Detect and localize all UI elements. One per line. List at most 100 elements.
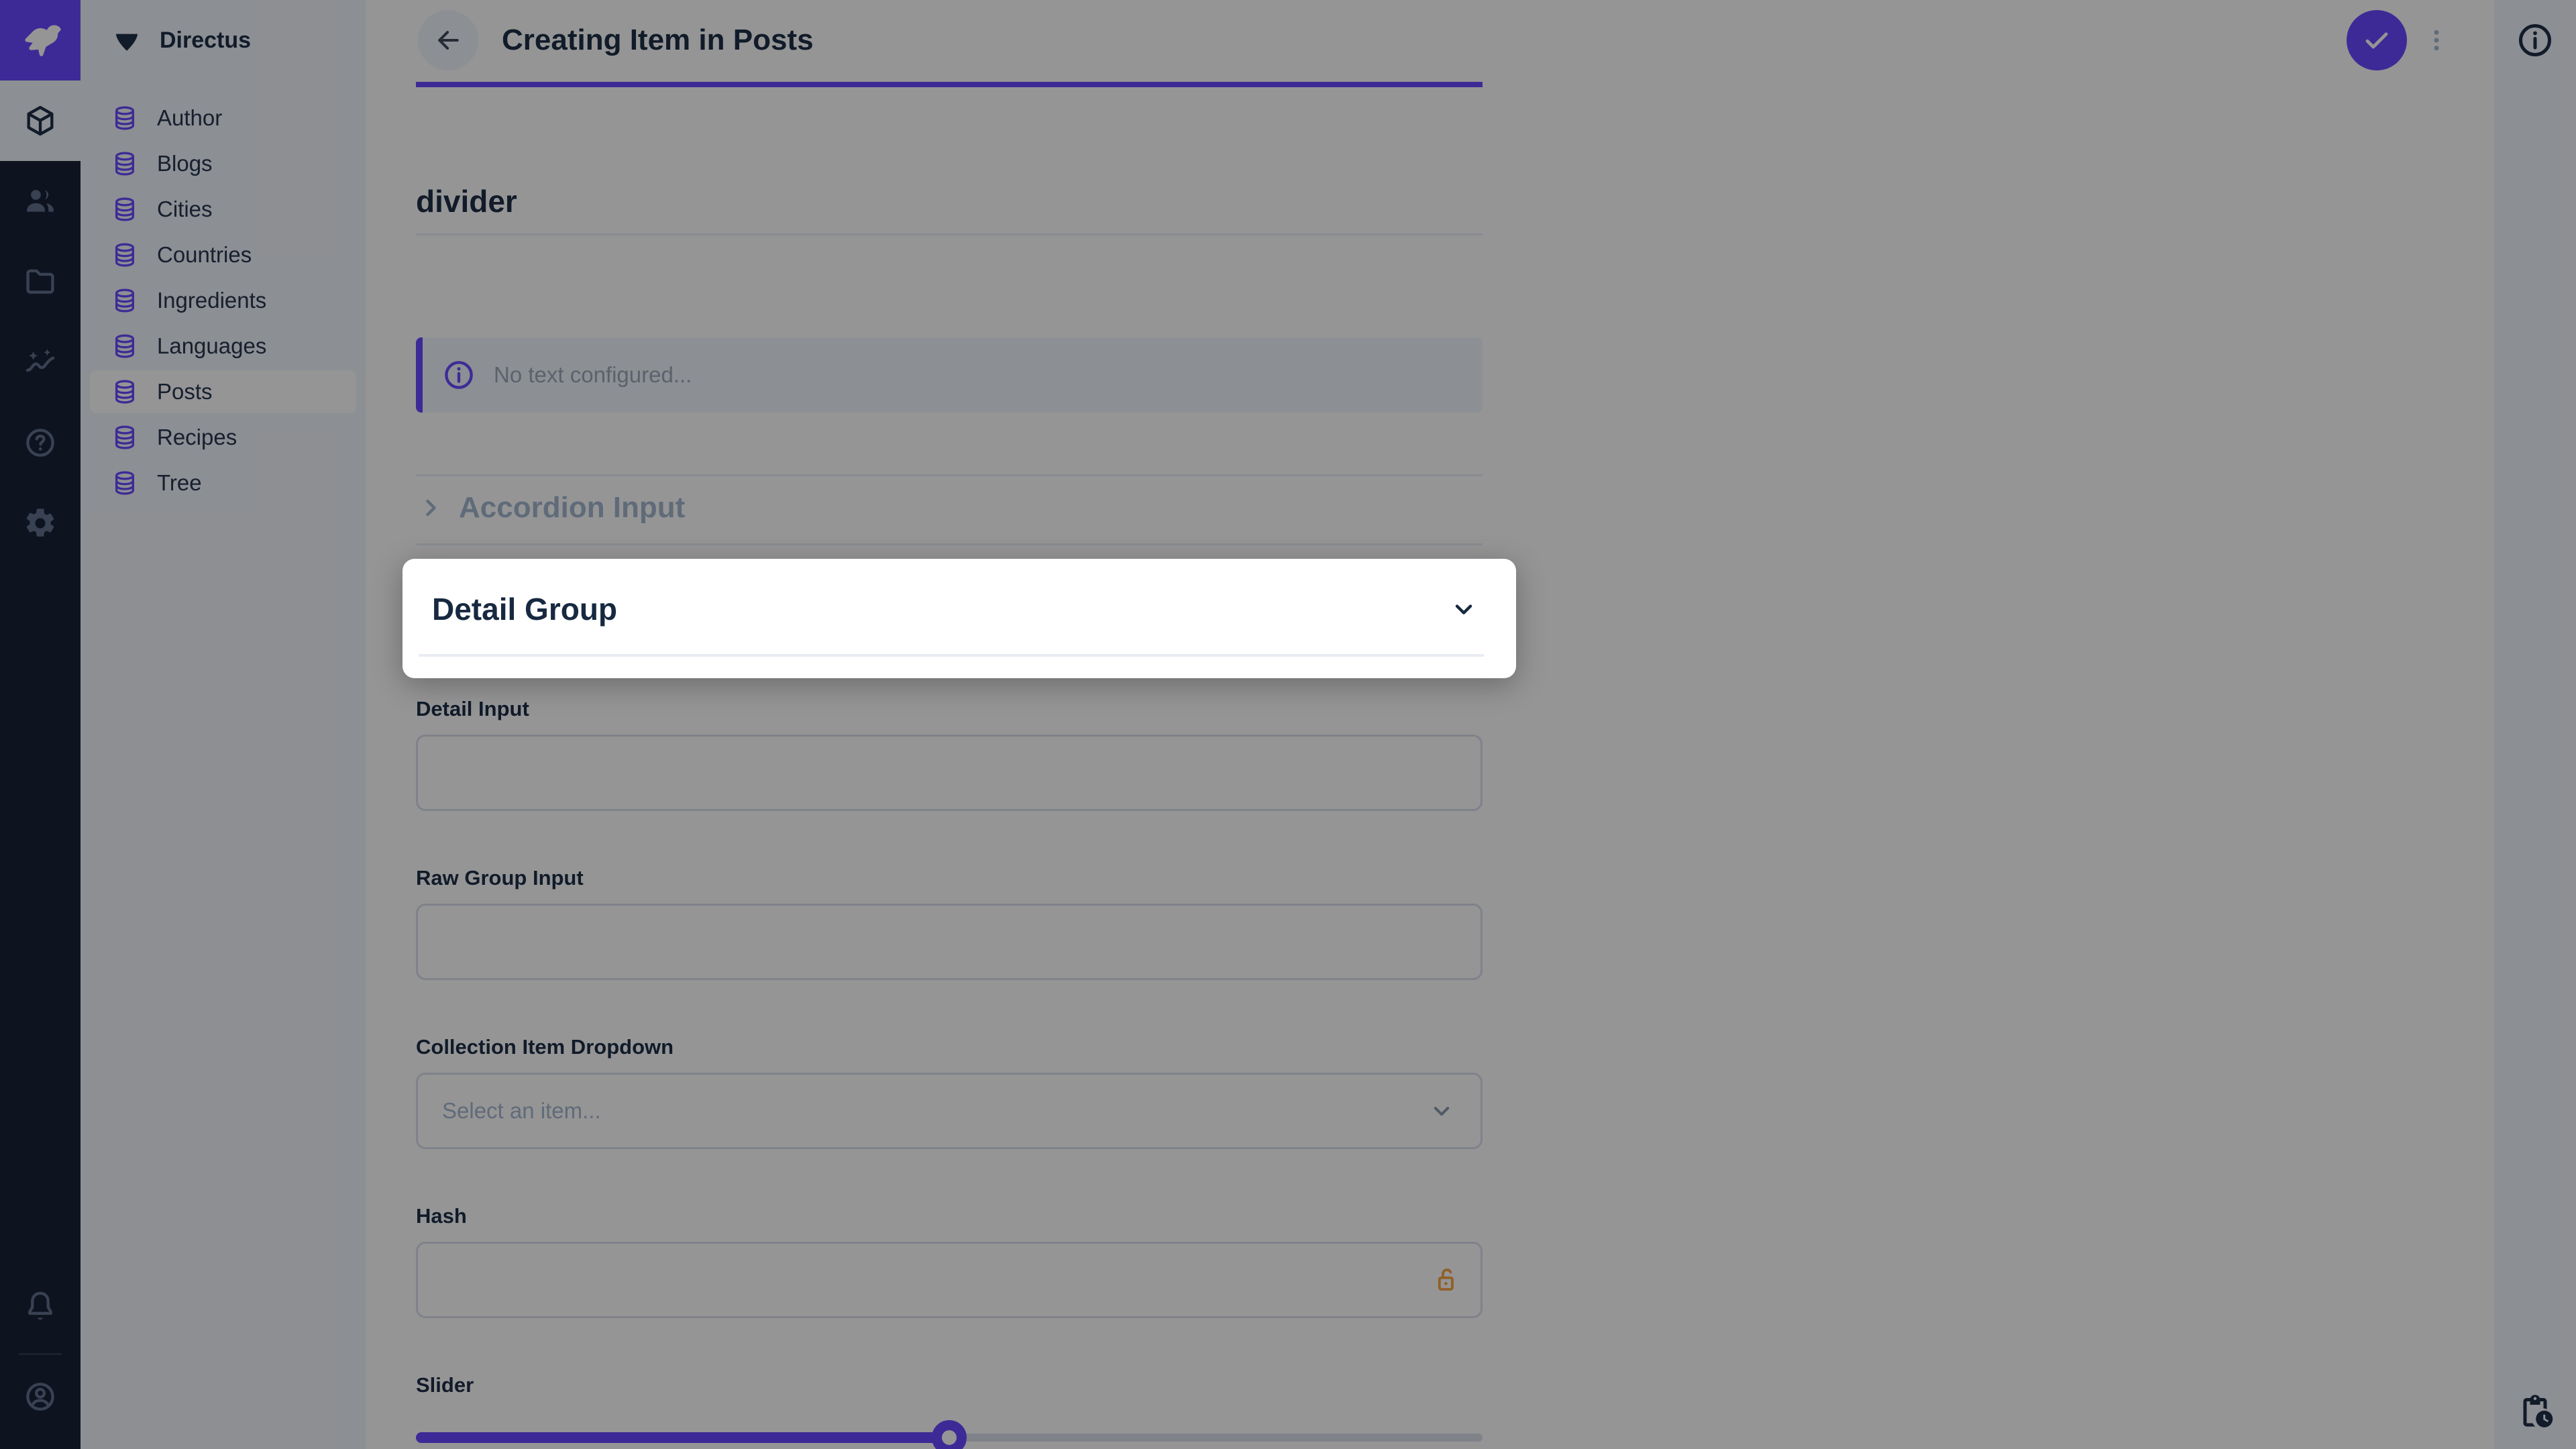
sidebar-item-countries[interactable]: Countries <box>90 233 356 276</box>
module-insights[interactable] <box>0 322 80 402</box>
slider-thumb[interactable] <box>932 1420 967 1449</box>
database-icon <box>111 424 138 451</box>
revisions-sidebar-button[interactable] <box>2515 1391 2555 1432</box>
field-slider: Slider <box>416 1371 1483 1449</box>
save-button[interactable] <box>2347 10 2407 70</box>
collection-label: Posts <box>157 379 213 405</box>
dropdown-placeholder: Select an item... <box>442 1098 601 1124</box>
sidebar-item-languages[interactable]: Languages <box>90 325 356 368</box>
project-chooser[interactable]: Directus <box>80 0 366 80</box>
directus-logo[interactable] <box>0 0 80 80</box>
module-help[interactable] <box>0 402 80 483</box>
raw-group-input[interactable] <box>416 904 1483 980</box>
project-icon <box>111 25 142 56</box>
collection-label: Recipes <box>157 425 237 450</box>
notice-text: No text configured... <box>494 362 692 388</box>
collection-label: Tree <box>157 470 202 496</box>
box-icon <box>23 103 58 138</box>
sidebar-item-recipes[interactable]: Recipes <box>90 416 356 459</box>
sidebar-item-author[interactable]: Author <box>90 97 356 140</box>
chevron-right-icon <box>416 493 445 523</box>
database-icon <box>111 333 138 360</box>
collections-list: Author Blogs Cities Countries Ingredients Lan… <box>80 80 366 507</box>
collection-label: Countries <box>157 242 252 268</box>
database-icon <box>111 287 138 314</box>
field-label: Raw Group Input <box>416 863 1483 893</box>
database-icon <box>111 241 138 268</box>
field-label: Collection Item Dropdown <box>416 1032 1483 1062</box>
chevron-down-icon[interactable] <box>1448 593 1480 625</box>
back-button[interactable] <box>418 10 478 70</box>
notice-box: No text configured... <box>416 337 1483 413</box>
page-header: Creating Item in Posts <box>366 0 2494 80</box>
sidebar-item-posts[interactable]: Posts <box>90 370 356 413</box>
notifications-button[interactable] <box>0 1275 80 1341</box>
field-detail-input: Detail Input <box>416 694 1483 811</box>
kebab-icon <box>2423 27 2450 54</box>
directus-app: Directus Author Blogs Cities Countries Ingre… <box>0 0 2576 1449</box>
arrow-back-icon <box>433 25 463 55</box>
info-sidebar-button[interactable] <box>2515 20 2555 60</box>
detail-group-header[interactable]: Detail Group <box>402 559 1516 678</box>
field-collection-item-dropdown: Collection Item Dropdown Select an item.… <box>416 1032 1483 1149</box>
more-options-button[interactable] <box>2420 10 2453 70</box>
database-icon <box>111 196 138 223</box>
account-button[interactable] <box>0 1366 80 1432</box>
item-form: divider No text configured... Accordion … <box>416 181 1483 1449</box>
account-circle-icon <box>23 1379 58 1414</box>
sidebar-item-tree[interactable]: Tree <box>90 462 356 504</box>
field-label: Hash <box>416 1201 1483 1231</box>
pending-actions-icon <box>2515 1391 2555 1432</box>
lock-open-icon <box>1430 1265 1461 1295</box>
module-bar-divider <box>19 1353 62 1355</box>
main-area: Creating Item in Posts divider <box>366 0 2494 1449</box>
help-icon <box>23 425 58 460</box>
field-raw-group-input: Raw Group Input <box>416 863 1483 980</box>
module-settings[interactable] <box>0 483 80 564</box>
chevron-down-icon <box>1427 1096 1456 1126</box>
check-icon <box>2361 24 2393 56</box>
rabbit-logo-icon <box>16 16 64 64</box>
field-hash: Hash <box>416 1201 1483 1318</box>
collection-label: Cities <box>157 197 213 222</box>
divider-line <box>416 233 1483 235</box>
sidebar-item-blogs[interactable]: Blogs <box>90 142 356 185</box>
detail-group-title: Detail Group <box>432 591 617 627</box>
detail-group-divider <box>419 654 1484 657</box>
module-user-directory[interactable] <box>0 161 80 241</box>
module-file-library[interactable] <box>0 241 80 322</box>
info-icon <box>2515 20 2555 60</box>
accordion-input-header[interactable]: Accordion Input <box>416 474 1483 545</box>
collection-label: Blogs <box>157 151 213 176</box>
bell-icon <box>23 1289 58 1324</box>
sidebar-item-cities[interactable]: Cities <box>90 188 356 231</box>
detail-input[interactable] <box>416 735 1483 811</box>
gear-icon <box>23 506 58 541</box>
header-actions <box>2347 10 2494 70</box>
database-icon <box>111 470 138 496</box>
info-icon <box>441 358 476 392</box>
collection-item-dropdown[interactable]: Select an item... <box>416 1073 1483 1149</box>
field-label: Detail Input <box>416 694 1483 724</box>
hash-input[interactable] <box>416 1242 1483 1318</box>
database-icon <box>111 105 138 131</box>
collection-label: Ingredients <box>157 288 266 313</box>
insights-icon <box>23 345 58 380</box>
module-content[interactable] <box>0 80 80 161</box>
collection-label: Author <box>157 105 222 131</box>
accordion-title: Accordion Input <box>459 491 685 525</box>
slider[interactable] <box>416 1420 1483 1449</box>
collection-label: Languages <box>157 333 266 359</box>
project-name: Directus <box>160 28 251 54</box>
slider-fill <box>416 1432 949 1443</box>
users-icon <box>23 184 58 219</box>
form-content: divider No text configured... Accordion … <box>366 80 2494 1449</box>
navigation-sidebar: Directus Author Blogs Cities Countries Ingre… <box>80 0 366 1449</box>
module-bar-bottom <box>0 1275 80 1449</box>
database-icon <box>111 150 138 177</box>
field-label: Slider <box>416 1371 1483 1400</box>
database-icon <box>111 378 138 405</box>
divider-heading: divider <box>416 181 1483 221</box>
sidebar-item-ingredients[interactable]: Ingredients <box>90 279 356 322</box>
page-title: Creating Item in Posts <box>502 23 814 57</box>
